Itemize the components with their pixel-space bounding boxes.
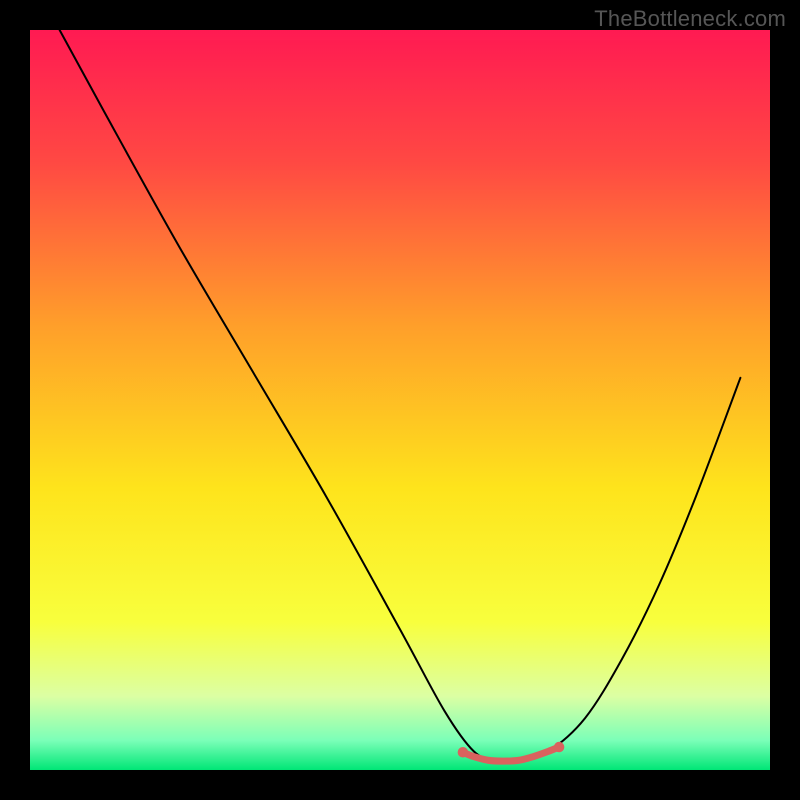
bottleneck-chart (0, 0, 800, 800)
chart-container: { "watermark": "TheBottleneck.com", "cha… (0, 0, 800, 800)
optimal-endpoint-dot (554, 742, 565, 753)
plot-background (30, 30, 770, 770)
optimal-endpoint-dot (458, 747, 469, 758)
watermark-text: TheBottleneck.com (594, 6, 786, 32)
